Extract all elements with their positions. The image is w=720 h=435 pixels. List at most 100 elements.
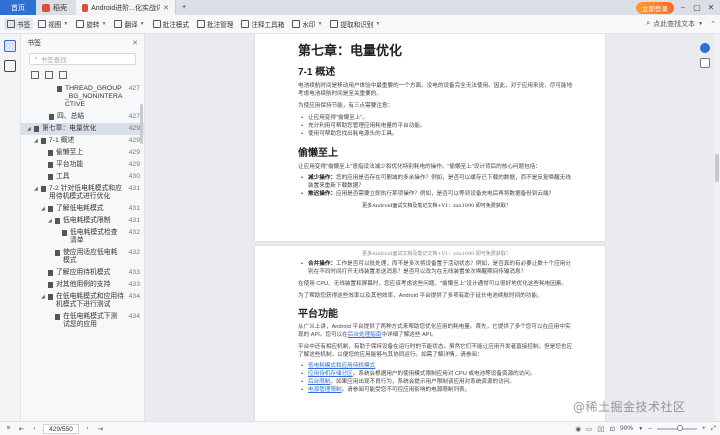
doc-link[interactable]: 应用待机存储分区 bbox=[308, 371, 353, 377]
prev-page-icon[interactable]: ‹ bbox=[30, 425, 39, 432]
zoom-slider[interactable] bbox=[656, 424, 697, 431]
toolbar-watermark-button[interactable]: 水印 ▼ bbox=[289, 18, 325, 30]
new-tab-button[interactable]: + bbox=[176, 0, 192, 15]
fit-page-icon[interactable]: ⊡ bbox=[610, 425, 616, 433]
bookmark-label: 四、总结 bbox=[57, 113, 85, 120]
collapse-icon[interactable]: ⌃ bbox=[710, 20, 716, 28]
zoom-slider-handle[interactable] bbox=[676, 424, 683, 431]
list-item[interactable]: ◢ 了解低电耗模式 431 bbox=[21, 203, 144, 215]
guide-link[interactable]: 后台处理指南 bbox=[348, 332, 382, 338]
doc-link[interactable]: 低电耗模式和应用待机模式 bbox=[308, 363, 375, 369]
toolbar-view-button[interactable]: 视图 ▼ bbox=[35, 18, 71, 30]
list-item[interactable]: 工具 430 bbox=[21, 171, 144, 183]
fullscreen-icon[interactable]: ⤢ bbox=[711, 425, 716, 433]
list-item[interactable]: 偷懒至上 429 bbox=[21, 147, 144, 159]
scrollbar-thumb[interactable] bbox=[715, 154, 719, 182]
list-item[interactable]: ◢ 低电耗模式限制 431 bbox=[21, 215, 144, 227]
list-item[interactable]: ◢ 在低电耗模式和应用待机模式下进行测试 434 bbox=[21, 291, 144, 311]
sidebar-title: 书签 bbox=[27, 39, 41, 47]
document-viewport[interactable]: 第七章：电量优化 7-1 概述 电池续航时间是移动用户体验中最重要的一个方面。没… bbox=[146, 34, 714, 421]
list-item[interactable]: 平台功能 429 bbox=[21, 159, 144, 171]
collapse-arrow-icon[interactable]: ◢ bbox=[41, 205, 48, 213]
toolbar-label: 批注管理 bbox=[206, 22, 234, 29]
menu-icon[interactable]: ≡ bbox=[4, 425, 13, 432]
list-item[interactable]: 使应用适应低电耗模式 432 bbox=[21, 247, 144, 267]
tab-home[interactable]: 首页 bbox=[0, 0, 36, 15]
toolbar-translate-button[interactable]: 翻译 ▼ bbox=[111, 18, 147, 30]
comment-panel-icon[interactable] bbox=[4, 60, 16, 72]
collapse-arrow-icon[interactable]: ◢ bbox=[34, 185, 41, 193]
delete-bookmark-icon[interactable] bbox=[45, 71, 53, 79]
bookmark-icon bbox=[48, 270, 53, 276]
bookmark-page: 431 bbox=[128, 205, 140, 212]
sidebar-header: 书签 ✕ bbox=[21, 34, 144, 51]
pdf-page: 更多Android面试文档及笔记文档+V1：zxx1090 即可免费获取！ 合并… bbox=[255, 246, 605, 421]
toolbar-search[interactable]: ⌕ 点此查找文本 ▼ ⌃ bbox=[646, 19, 716, 29]
bookmark-page: 431 bbox=[128, 217, 140, 224]
page-number-input[interactable]: 429/550 bbox=[43, 423, 79, 434]
bookmark-page: 427 bbox=[128, 85, 140, 92]
toolbar-label: 注释工具箱 bbox=[251, 22, 285, 29]
first-page-icon[interactable]: ⇤ bbox=[17, 425, 26, 433]
bookmark-icon bbox=[48, 150, 53, 156]
zoom-value[interactable]: 90% bbox=[620, 425, 633, 432]
add-bookmark-icon[interactable] bbox=[31, 71, 39, 79]
last-page-icon[interactable]: ⇥ bbox=[96, 425, 105, 433]
sidebar-scrollbar[interactable] bbox=[140, 104, 143, 144]
doc-link[interactable]: 后台限制 bbox=[308, 379, 330, 385]
list-item[interactable]: 四、总结 427 bbox=[21, 111, 144, 123]
translate-float-icon[interactable] bbox=[700, 43, 710, 53]
list-item[interactable]: ◢ 第七章：电量优化 429 bbox=[21, 123, 144, 135]
bookmark-panel-icon[interactable] bbox=[4, 40, 16, 52]
collapse-arrow-icon[interactable]: ◢ bbox=[41, 293, 48, 301]
collapse-arrow-icon[interactable]: ◢ bbox=[34, 137, 41, 145]
collapse-arrow-icon[interactable]: ◢ bbox=[27, 125, 34, 133]
login-button[interactable]: 立即登录 bbox=[636, 1, 674, 14]
tab-docer[interactable]: 稻壳 bbox=[36, 0, 76, 15]
list-item[interactable]: ◢ 7-1 概述 429 bbox=[21, 135, 144, 147]
next-page-icon[interactable]: › bbox=[83, 425, 92, 432]
single-page-icon[interactable]: ▭ bbox=[586, 425, 592, 433]
document-scrollbar[interactable] bbox=[714, 34, 720, 421]
bookmark-search-input[interactable]: ⌕ 书签查找 bbox=[29, 53, 136, 65]
pdf-page: 第七章：电量优化 7-1 概述 电池续航时间是移动用户体验中最重要的一个方面。没… bbox=[255, 34, 605, 241]
paragraph: 平台中还有相应机制，有助于保持设备在运行时的节能状态。虽然它们不能让应用开发者直… bbox=[298, 344, 573, 358]
list-item[interactable]: 了解应用待机模式 433 bbox=[21, 267, 144, 279]
bookmark-label: 第七章：电量优化 bbox=[42, 125, 97, 132]
toolbar-extract-button[interactable]: 提取和识别 ▼ bbox=[327, 18, 383, 30]
minimize-icon[interactable]: – bbox=[678, 3, 688, 12]
list-item[interactable]: 在低电耗模式下测试您的应用 434 bbox=[21, 311, 144, 331]
bookmark-icon bbox=[57, 86, 62, 92]
close-window-icon[interactable]: ✕ bbox=[706, 3, 716, 12]
list-item[interactable]: THREAD_GROUP_BG_NONINTERACTIVE 427 bbox=[21, 83, 144, 111]
chevron-down-icon[interactable]: ▼ bbox=[638, 426, 643, 432]
toolbar-annotate-mode-button[interactable]: 批注模式 bbox=[150, 18, 192, 30]
eye-icon[interactable]: ◉ bbox=[575, 425, 581, 433]
list-item[interactable]: 低电耗模式检查清单 432 bbox=[21, 227, 144, 247]
bullet-term: 减少操作： bbox=[308, 175, 336, 181]
bookmark-icon bbox=[48, 162, 53, 168]
list-item[interactable]: ◢ 7-2 针对低电耗模式和应用待机模式进行优化 431 bbox=[21, 183, 144, 203]
tab-bar: 首页 稻壳 Android进阶...化实战详解.pdf ✕ + 立即登录 – ▢… bbox=[0, 0, 720, 15]
side-tool-icon[interactable] bbox=[700, 58, 710, 68]
double-page-icon[interactable]: ▯▯ bbox=[597, 425, 604, 433]
toolbar-rotate-button[interactable]: 旋转 ▼ bbox=[73, 18, 109, 30]
tab-document[interactable]: Android进阶...化实战详解.pdf ✕ bbox=[76, 0, 176, 15]
rotate-icon bbox=[76, 20, 85, 28]
bookmark-label: 低电耗模式检查清单 bbox=[70, 229, 118, 244]
expand-bookmark-icon[interactable] bbox=[59, 71, 67, 79]
bookmark-icon bbox=[55, 314, 60, 320]
bookmark-icon bbox=[55, 250, 60, 256]
maximize-icon[interactable]: ▢ bbox=[692, 3, 702, 12]
zoom-in-icon[interactable]: + bbox=[702, 425, 706, 432]
list-item[interactable]: 对其他用例的支持 433 bbox=[21, 279, 144, 291]
collapse-arrow-icon[interactable]: ◢ bbox=[48, 217, 55, 225]
toolbar-annotate-tools-button[interactable]: 注释工具箱 bbox=[238, 18, 287, 30]
doc-link[interactable]: 电源管理限制 bbox=[308, 387, 342, 393]
close-icon[interactable]: ✕ bbox=[132, 39, 138, 47]
toolbar-bookmark-button[interactable]: 书签 bbox=[4, 18, 34, 30]
toolbar-annotate-manage-button[interactable]: 批注管理 bbox=[194, 18, 236, 30]
zoom-out-icon[interactable]: – bbox=[648, 425, 652, 432]
close-tab-icon[interactable]: ✕ bbox=[163, 4, 169, 12]
tab-home-label: 首页 bbox=[11, 4, 25, 12]
